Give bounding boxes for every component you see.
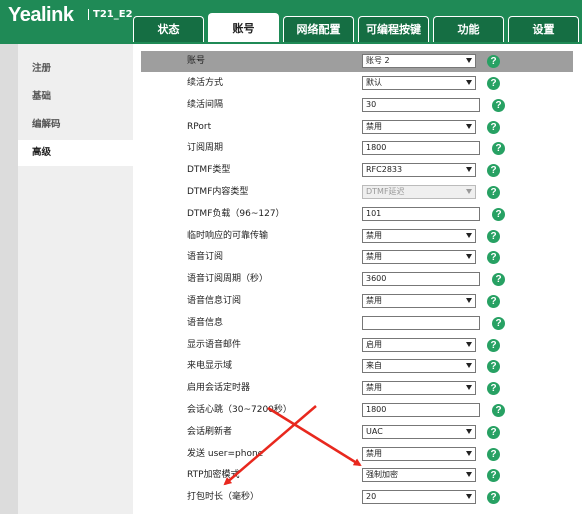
help-icon[interactable]: ? [487, 77, 500, 90]
setting-select[interactable]: RFC2833 [362, 163, 476, 178]
account-select[interactable]: 账号 2 [362, 54, 476, 68]
setting-label: DTMF内容类型 [187, 187, 249, 197]
setting-select[interactable]: 禁用 [362, 228, 476, 243]
help-icon[interactable]: ? [492, 142, 505, 156]
setting-select[interactable]: 默认 [362, 76, 476, 90]
help-icon[interactable]: ? [487, 425, 500, 439]
help-icon[interactable]: ? [487, 382, 500, 396]
help-icon[interactable]: ? [487, 186, 500, 199]
help-icon[interactable]: ? [487, 55, 500, 68]
setting-label: DTMF负载（96~127） [187, 208, 285, 219]
setting-row: 语音信息? [133, 313, 582, 334]
help-icon[interactable]: ? [487, 447, 500, 461]
tab-dsskey[interactable]: 可编程按键 [358, 16, 429, 42]
setting-select[interactable]: 禁用 [362, 294, 476, 308]
setting-label: 来电显示域 [187, 361, 233, 372]
sidebar: 注册 基础 编解码 高级 [0, 44, 133, 514]
setting-label: 订阅周期 [187, 143, 224, 154]
setting-label: 发送 user=phone [187, 448, 264, 459]
phone-model-label: T21_E2 [88, 9, 133, 20]
setting-input[interactable]: 1800 [362, 141, 480, 156]
help-icon[interactable]: ? [492, 98, 505, 112]
setting-select[interactable]: 20 [362, 490, 476, 505]
setting-select[interactable]: 强制加密 [362, 468, 476, 483]
settings-panel: 账号 账号 2 ? 续活方式 默认? 续活间隔 30? RPort 禁用? 订阅周期 1800… [133, 44, 582, 514]
setting-select[interactable]: 禁用 [362, 250, 476, 265]
account-header-row: 账号 账号 2 ? [141, 51, 573, 72]
sidebar-item-codec[interactable]: 编解码 [18, 112, 133, 138]
setting-row: 发送 user=phone 禁用? [133, 444, 582, 465]
setting-row: RPort 禁用? [133, 117, 582, 138]
setting-select[interactable]: 来自 [362, 359, 476, 374]
setting-row: 订阅周期 1800? [133, 138, 582, 159]
help-icon[interactable]: ? [487, 491, 500, 505]
setting-label: 语音订阅 [187, 252, 224, 263]
setting-label: 续活间隔 [187, 99, 224, 110]
help-icon[interactable]: ? [492, 273, 505, 287]
setting-label: 打包时长（毫秒） [187, 492, 260, 503]
setting-select[interactable]: 禁用 [362, 446, 476, 461]
setting-label: 语音信息订阅 [187, 296, 242, 306]
setting-label: 语音订阅周期（秒） [187, 274, 269, 285]
setting-input[interactable]: 101 [362, 206, 480, 221]
setting-select: DTMF延迟 [362, 185, 476, 199]
setting-row: 来电显示域 来自? [133, 356, 582, 377]
setting-row: 启用会话定时器 禁用? [133, 378, 582, 399]
setting-label: RTP加密模式 [187, 470, 240, 481]
help-icon[interactable]: ? [492, 404, 505, 417]
help-icon[interactable]: ? [492, 207, 505, 221]
setting-label: DTMF类型 [187, 165, 231, 176]
setting-row: 语音订阅周期（秒） 3600? [133, 269, 582, 290]
account-label: 账号 [187, 56, 206, 66]
help-icon[interactable]: ? [487, 295, 500, 308]
setting-row: DTMF类型 RFC2833? [133, 160, 582, 181]
setting-input[interactable] [362, 315, 480, 330]
setting-label: 会话心跳（30~7200秒） [187, 405, 292, 415]
setting-label: RPort [187, 121, 212, 132]
setting-row: 会话刷新者 UAC? [133, 422, 582, 443]
setting-label: 显示语音邮件 [187, 339, 242, 350]
setting-row: 显示语音邮件 启用? [133, 335, 582, 356]
setting-row: 语音信息订阅 禁用? [133, 291, 582, 312]
setting-label: 启用会话定时器 [187, 383, 251, 394]
sidebar-item-advanced[interactable]: 高级 [18, 140, 133, 166]
tab-account[interactable]: 账号 [208, 13, 279, 42]
help-icon[interactable]: ? [487, 338, 500, 352]
help-icon[interactable]: ? [487, 120, 500, 134]
setting-select[interactable]: 启用 [362, 337, 476, 352]
setting-row: 会话心跳（30~7200秒） 1800? [133, 400, 582, 421]
setting-row: DTMF内容类型 DTMF延迟? [133, 182, 582, 203]
setting-row: 语音订阅 禁用? [133, 247, 582, 268]
setting-label: 会话刷新者 [187, 426, 233, 437]
help-icon[interactable]: ? [487, 360, 500, 374]
help-icon[interactable]: ? [492, 316, 505, 330]
setting-select[interactable]: UAC [362, 424, 476, 439]
setting-label: 续活方式 [187, 78, 224, 88]
setting-select[interactable]: 禁用 [362, 381, 476, 396]
help-icon[interactable]: ? [487, 164, 500, 178]
help-icon[interactable]: ? [487, 469, 500, 483]
tab-settings[interactable]: 设置 [508, 16, 579, 42]
setting-row: 打包时长（毫秒） 20? [133, 487, 582, 508]
setting-row: 续活间隔 30? [133, 95, 582, 116]
setting-row: RTP加密模式 强制加密? [133, 465, 582, 486]
setting-input[interactable]: 30 [362, 97, 480, 112]
tab-features[interactable]: 功能 [433, 16, 504, 42]
setting-row: 临时响应的可靠传输 禁用? [133, 226, 582, 247]
sidebar-item-register[interactable]: 注册 [18, 56, 133, 82]
setting-select[interactable]: 禁用 [362, 119, 476, 134]
setting-input[interactable]: 1800 [362, 403, 480, 417]
tab-status[interactable]: 状态 [133, 16, 204, 42]
tab-network[interactable]: 网络配置 [283, 16, 354, 42]
setting-row: DTMF负载（96~127） 101? [133, 204, 582, 225]
top-navigation-bar: Yealink T21_E2 状态 账号 网络配置 可编程按键 功能 设置 [0, 0, 582, 44]
help-icon[interactable]: ? [487, 229, 500, 243]
setting-row: 续活方式 默认? [133, 73, 582, 94]
setting-label: 语音信息 [187, 317, 224, 328]
yealink-logo: Yealink [8, 4, 74, 26]
sidebar-item-basic[interactable]: 基础 [18, 84, 133, 110]
help-icon[interactable]: ? [487, 251, 500, 265]
setting-label: 临时响应的可靠传输 [187, 230, 269, 241]
setting-input[interactable]: 3600 [362, 272, 480, 287]
